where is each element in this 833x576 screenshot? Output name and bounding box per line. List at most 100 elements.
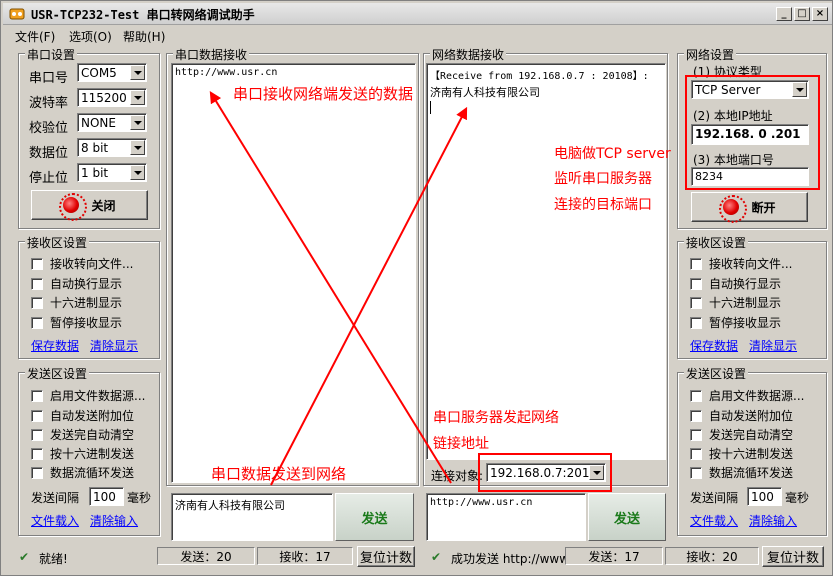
menu-options[interactable]: 选项(O): [69, 28, 112, 45]
maximize-button[interactable]: □: [794, 7, 810, 21]
title-bar[interactable]: USR-TCP232-Test 串口转网络调试助手 _ □ ×: [3, 3, 832, 25]
left-send-autoclear-checkbox[interactable]: 发送完自动清空: [31, 426, 134, 443]
left-interval-unit: 毫秒: [127, 491, 152, 505]
right-sent-count: 发送：17: [565, 547, 663, 565]
status-right-text: 成功发送 http://www: [451, 552, 565, 566]
status-right: ✔ 成功发送 http://www: [429, 548, 565, 568]
network-receive-body: 济南有人科技有限公司: [430, 86, 540, 99]
chevron-down-icon[interactable]: [130, 140, 145, 155]
network-send-input[interactable]: http://www.usr.cn: [426, 493, 586, 541]
right-send-hex-checkbox[interactable]: 按十六进制发送: [690, 445, 793, 462]
right-recv-pause-checkbox[interactable]: 暂停接收显示: [690, 314, 781, 331]
app-window: USR-TCP232-Test 串口转网络调试助手 _ □ × 文件(F) 选项…: [0, 0, 833, 576]
menu-help[interactable]: 帮助(H): [123, 28, 165, 45]
left-received-count: 接收：17: [257, 547, 353, 565]
right-receive-settings-title: 接收区设置: [684, 234, 749, 251]
status-led-icon: [719, 195, 748, 223]
left-save-data-link[interactable]: 保存数据: [31, 337, 79, 354]
network-send-button[interactable]: 发送: [588, 493, 666, 541]
connection-target-label: 连接对象:: [431, 469, 484, 483]
left-clear-display-link[interactable]: 清除显示: [90, 337, 138, 354]
right-send-settings-title: 发送区设置: [684, 365, 749, 382]
port-select[interactable]: COM5: [77, 63, 147, 82]
left-recv-pause-checkbox[interactable]: 暂停接收显示: [31, 314, 122, 331]
status-led-icon: [59, 193, 88, 221]
parity-select[interactable]: NONE: [77, 113, 147, 132]
left-load-file-link[interactable]: 文件载入: [31, 512, 79, 529]
left-clear-input-link[interactable]: 清除输入: [90, 512, 138, 529]
baud-label: 波特率: [29, 96, 69, 111]
tcp-server-annotation-1: 电脑做TCP server: [554, 146, 671, 162]
left-interval-input[interactable]: 100: [89, 487, 124, 506]
chevron-down-icon[interactable]: [130, 165, 145, 180]
right-send-autoclear-checkbox[interactable]: 发送完自动清空: [690, 426, 793, 443]
serial-receive-annotation: 串口接收网络端发送的数据: [233, 85, 414, 103]
serial-receive-area[interactable]: http://www.usr.cn: [171, 63, 416, 483]
status-ready-icon: ✔: [19, 550, 30, 564]
serial-send-input[interactable]: 济南有人科技有限公司: [171, 493, 333, 541]
serial-settings-title: 串口设置: [25, 46, 78, 63]
parity-label: 校验位: [29, 121, 69, 136]
left-receive-settings-title: 接收区设置: [25, 234, 90, 251]
serial-toggle-button[interactable]: 关闭: [31, 190, 148, 221]
serial-send-annotation: 串口数据发送到网络: [211, 465, 347, 483]
left-recv-autowrap-checkbox[interactable]: 自动换行显示: [31, 275, 122, 292]
status-success-icon: ✔: [431, 550, 442, 564]
stopbits-label: 停止位: [29, 171, 69, 186]
left-send-hex-checkbox[interactable]: 按十六进制发送: [31, 445, 134, 462]
link-annotation-1: 串口服务器发起网络: [433, 410, 559, 426]
left-send-file-source-checkbox[interactable]: 启用文件数据源...: [31, 387, 145, 404]
chevron-down-icon[interactable]: [130, 65, 145, 80]
network-settings-title: 网络设置: [684, 46, 737, 63]
right-save-data-link[interactable]: 保存数据: [690, 337, 738, 354]
left-interval-label: 发送间隔: [31, 491, 80, 505]
serial-send-button[interactable]: 发送: [335, 493, 414, 541]
left-send-append-checkbox[interactable]: 自动发送附加位: [31, 407, 134, 424]
left-recv-hex-checkbox[interactable]: 十六进制显示: [31, 294, 122, 311]
tcp-server-annotation-2: 监听串口服务器: [554, 171, 652, 187]
text-cursor: [430, 101, 431, 114]
window-title: USR-TCP232-Test 串口转网络调试助手: [31, 8, 255, 22]
databits-label: 数据位: [29, 146, 69, 161]
right-clear-display-link[interactable]: 清除显示: [749, 337, 797, 354]
right-recv-to-file-checkbox[interactable]: 接收转向文件...: [690, 255, 792, 272]
baud-select[interactable]: 115200: [77, 88, 147, 107]
left-send-loop-checkbox[interactable]: 数据流循环发送: [31, 464, 134, 481]
right-reset-count-button[interactable]: 复位计数: [762, 546, 824, 567]
serial-receive-text: http://www.usr.cn: [175, 67, 278, 78]
app-logo-icon: [9, 8, 25, 20]
chevron-down-icon[interactable]: [130, 115, 145, 130]
right-send-loop-checkbox[interactable]: 数据流循环发送: [690, 464, 793, 481]
right-load-file-link[interactable]: 文件载入: [690, 512, 738, 529]
close-button[interactable]: ×: [812, 7, 828, 21]
right-interval-input[interactable]: 100: [747, 487, 782, 506]
menu-file[interactable]: 文件(F): [15, 28, 55, 45]
serial-receive-title: 串口数据接收: [173, 46, 250, 63]
stopbits-select[interactable]: 1 bit: [77, 163, 147, 182]
port-label: 串口号: [29, 71, 69, 86]
connection-target-highlight: [478, 453, 612, 492]
right-received-count: 接收：20: [665, 547, 759, 565]
right-send-append-checkbox[interactable]: 自动发送附加位: [690, 407, 793, 424]
left-send-settings-title: 发送区设置: [25, 365, 90, 382]
right-interval-label: 发送间隔: [690, 491, 739, 505]
databits-select[interactable]: 8 bit: [77, 138, 147, 157]
left-recv-to-file-checkbox[interactable]: 接收转向文件...: [31, 255, 133, 272]
right-recv-autowrap-checkbox[interactable]: 自动换行显示: [690, 275, 781, 292]
minimize-button[interactable]: _: [776, 7, 792, 21]
network-receive-header: 【Receive from 192.168.0.7 : 20108】:: [430, 71, 649, 82]
network-receive-title: 网络数据接收: [430, 46, 507, 63]
left-sent-count: 发送：20: [157, 547, 255, 565]
link-annotation-2: 链接地址: [433, 436, 489, 452]
right-send-file-source-checkbox[interactable]: 启用文件数据源...: [690, 387, 804, 404]
network-toggle-button[interactable]: 断开: [691, 192, 808, 223]
status-left-text: 就绪!: [39, 552, 68, 566]
right-clear-input-link[interactable]: 清除输入: [749, 512, 797, 529]
right-recv-hex-checkbox[interactable]: 十六进制显示: [690, 294, 781, 311]
left-reset-count-button[interactable]: 复位计数: [357, 546, 415, 567]
right-interval-unit: 毫秒: [785, 491, 810, 505]
network-receive-area[interactable]: 【Receive from 192.168.0.7 : 20108】: 济南有人…: [426, 63, 666, 460]
network-settings-highlight: [685, 75, 820, 190]
tcp-server-annotation-3: 连接的目标端口: [554, 197, 652, 213]
chevron-down-icon[interactable]: [130, 90, 145, 105]
